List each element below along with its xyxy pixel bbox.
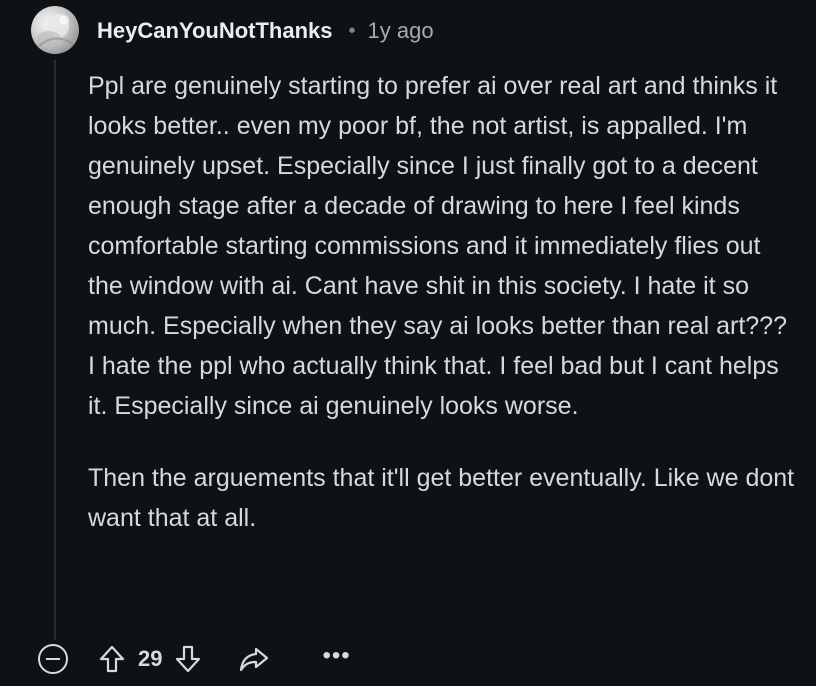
comment-paragraph: Ppl are genuinely starting to prefer ai … <box>88 72 787 420</box>
username-link[interactable]: HeyCanYouNotThanks <box>97 18 333 44</box>
vote-count: 29 <box>138 646 163 671</box>
avatar-image <box>37 14 74 47</box>
share-icon <box>238 645 270 673</box>
comment-body: Ppl are genuinely starting to prefer ai … <box>88 66 798 570</box>
comment-paragraph: Then the arguements that it'll get bette… <box>88 464 795 532</box>
user-avatar[interactable] <box>31 6 79 54</box>
comment-header: HeyCanYouNotThanks • 1y ago <box>97 13 434 49</box>
timestamp[interactable]: 1y ago <box>368 18 434 44</box>
separator-dot: • <box>348 19 356 42</box>
collapse-icon[interactable] <box>38 644 68 674</box>
share-button[interactable] <box>238 645 270 673</box>
thread-line[interactable] <box>54 60 56 640</box>
vote-controls: 29 <box>98 644 202 674</box>
downvote-arrow-icon[interactable] <box>174 644 202 674</box>
upvote-arrow-icon[interactable] <box>98 644 126 674</box>
comment-actions: 29 ••• <box>38 640 351 678</box>
more-options-icon[interactable]: ••• <box>322 642 350 670</box>
